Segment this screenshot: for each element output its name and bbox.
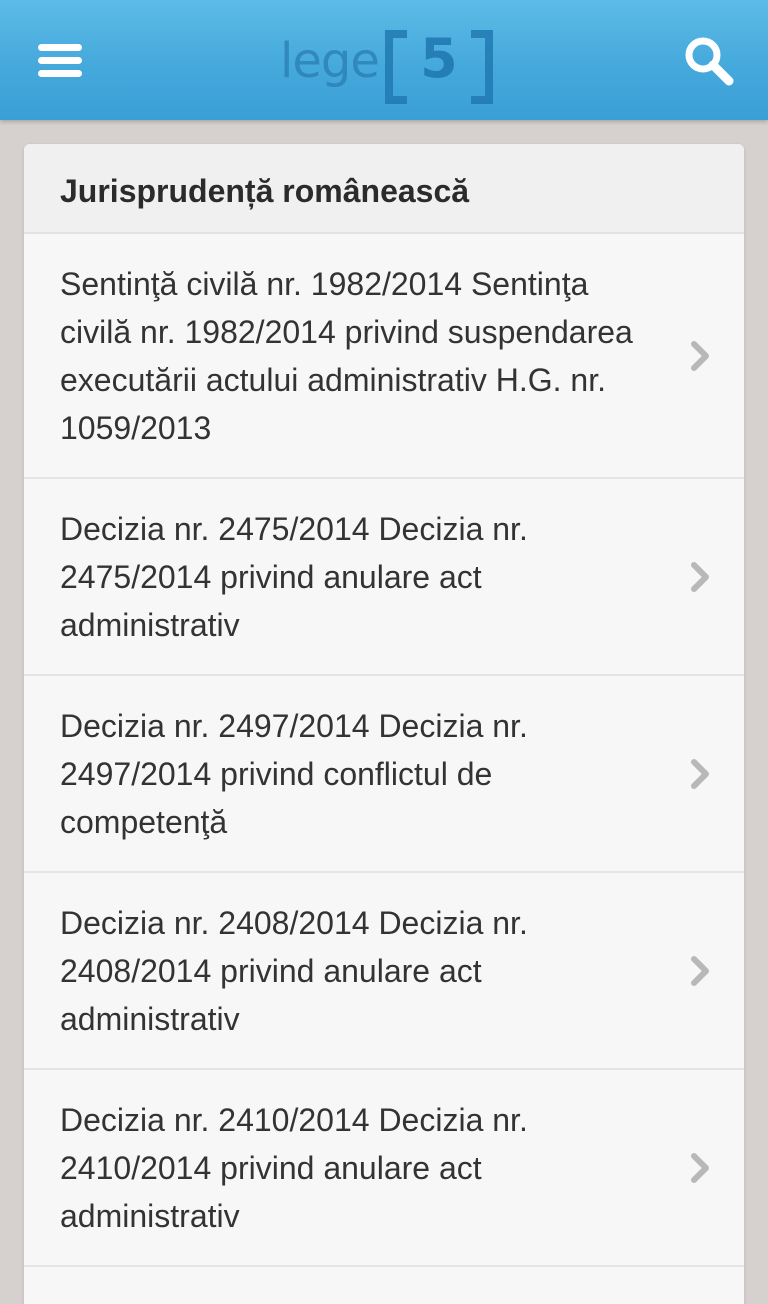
chevron-right-icon <box>691 340 709 371</box>
lege5-logo[interactable]: lege 5 <box>280 26 493 104</box>
list-item-label: Decizia nr. 2497/2014 Decizia nr. 2497/2… <box>60 707 528 840</box>
section-title: Jurisprudență românească <box>60 172 470 209</box>
chevron-right-icon <box>691 955 709 986</box>
search-icon[interactable] <box>682 34 736 88</box>
card-header: Jurisprudență românească <box>24 144 744 234</box>
chevron-right-icon <box>691 561 709 592</box>
list-item-label: Decizia nr. 2475/2014 Decizia nr. 2475/2… <box>60 510 528 643</box>
list-item[interactable]: Decizia nr. 2497/2014 Decizia nr. 2497/2… <box>24 676 744 873</box>
menu-line <box>38 70 82 77</box>
logo-bracket: 5 <box>384 27 493 104</box>
list-item-label: Decizia nr. 2410/2014 Decizia nr. 2410/2… <box>60 1101 528 1234</box>
list-item[interactable]: Decizia nr. 2410/2014 Decizia nr. 2410/2… <box>24 1070 744 1267</box>
chevron-right-icon <box>691 1152 709 1183</box>
menu-icon[interactable] <box>38 42 84 78</box>
menu-line <box>38 57 82 64</box>
chevron-right-icon <box>691 758 709 789</box>
logo-number: 5 <box>420 27 458 90</box>
list-item[interactable]: Sentinţă civilă nr. 1982/2014 Sentinţa c… <box>24 234 744 479</box>
list-item-label: Sentinţă civilă nr. 1982/2014 Sentinţa c… <box>60 265 633 446</box>
menu-line <box>38 44 82 51</box>
jurisprudence-card: Jurisprudență românească Sentinţă civilă… <box>24 144 744 1304</box>
list-item[interactable]: Decizia nr. 2475/2014 Decizia nr. 2475/2… <box>24 479 744 676</box>
list-item[interactable]: Decizia nr. 2408/2014 Decizia nr. 2408/2… <box>24 873 744 1070</box>
list-item-label: Decizia nr. 2408/2014 Decizia nr. 2408/2… <box>60 904 528 1037</box>
logo-text: lege <box>280 33 380 89</box>
top-app-bar: lege 5 <box>0 0 768 120</box>
